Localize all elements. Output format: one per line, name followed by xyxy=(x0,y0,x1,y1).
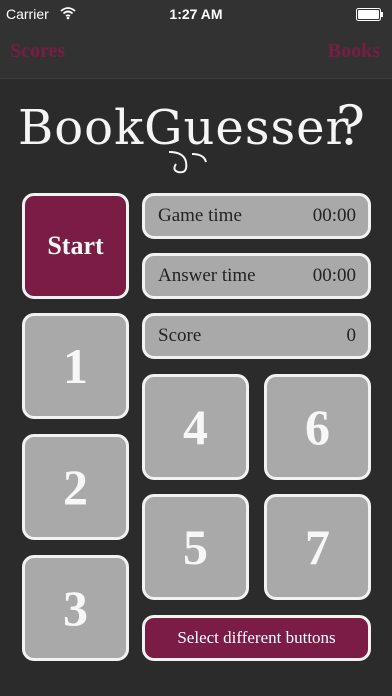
select-different-buttons-label: Select different buttons xyxy=(177,628,336,647)
select-different-buttons-button[interactable]: Select different buttons xyxy=(142,615,371,661)
score-box: Score 0 xyxy=(142,313,371,359)
answer-button-6-label: 6 xyxy=(305,399,330,455)
game-time-label: Game time xyxy=(158,205,242,226)
answer-button-1[interactable]: 1 xyxy=(22,313,129,419)
answer-time-label: Answer time xyxy=(158,265,256,286)
books-button[interactable]: Books xyxy=(328,40,380,63)
answer-button-4[interactable]: 4 xyxy=(142,374,249,480)
nav-bar: Scores Books xyxy=(0,30,392,79)
game-time-value: 00:00 xyxy=(312,205,356,226)
answer-button-2[interactable]: 2 xyxy=(22,434,129,540)
logo-swirl-icon xyxy=(168,151,207,174)
answer-button-3-label: 3 xyxy=(63,580,88,636)
answer-button-5[interactable]: 5 xyxy=(142,494,249,600)
app-logo: BookGuesser ? xyxy=(0,88,392,178)
status-bar: Carrier 1:27 AM xyxy=(0,0,392,30)
game-time-box: Game time 00:00 xyxy=(142,193,371,239)
answer-time-box: Answer time 00:00 xyxy=(142,253,371,299)
status-time: 1:27 AM xyxy=(169,6,223,22)
answer-button-2-label: 2 xyxy=(63,459,88,515)
battery-icon xyxy=(356,8,383,21)
answer-button-7-label: 7 xyxy=(305,519,330,575)
answer-button-3[interactable]: 3 xyxy=(22,555,129,661)
answer-button-6[interactable]: 6 xyxy=(264,374,371,480)
scores-button[interactable]: Scores xyxy=(10,40,65,63)
score-label: Score xyxy=(158,325,202,346)
answer-button-1-label: 1 xyxy=(63,338,88,394)
start-button[interactable]: Start xyxy=(22,193,129,299)
answer-button-4-label: 4 xyxy=(183,399,208,455)
logo-question-mark: ? xyxy=(336,94,366,157)
score-value: 0 xyxy=(346,325,357,346)
answer-button-7[interactable]: 7 xyxy=(264,494,371,600)
answer-time-value: 00:00 xyxy=(312,265,356,286)
start-label: Start xyxy=(47,231,104,260)
answer-button-5-label: 5 xyxy=(183,519,208,575)
